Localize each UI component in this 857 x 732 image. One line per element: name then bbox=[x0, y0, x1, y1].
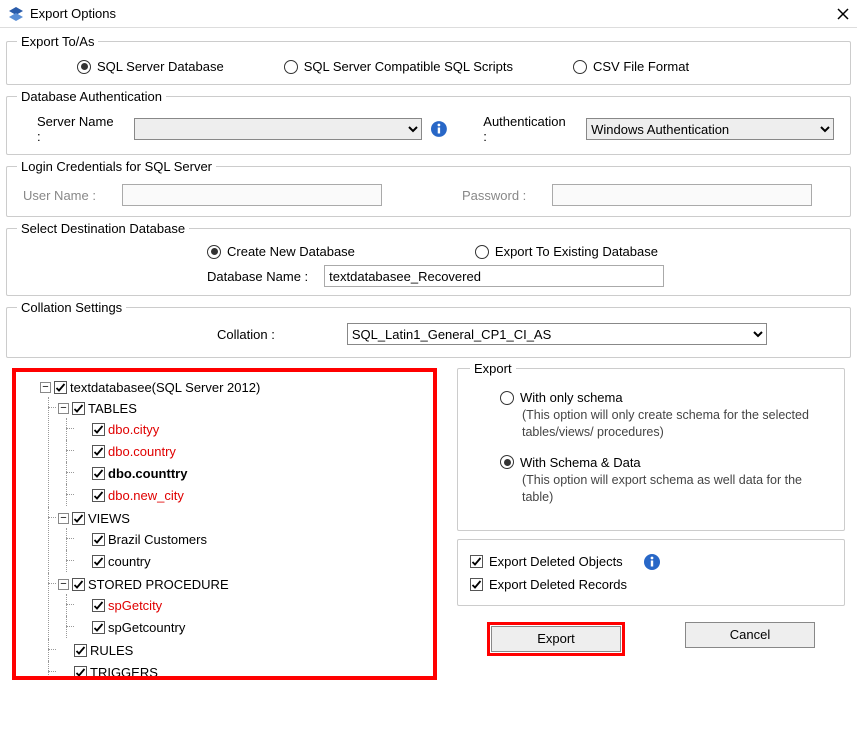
legend-export: Export bbox=[470, 361, 516, 376]
radio-label: With only schema bbox=[520, 390, 623, 405]
cancel-button[interactable]: Cancel bbox=[685, 622, 815, 648]
tree-item[interactable]: spGetcity bbox=[108, 598, 162, 613]
radio-existing-db[interactable]: Export To Existing Database bbox=[475, 244, 658, 259]
legend-collation: Collation Settings bbox=[17, 300, 126, 315]
tree-item[interactable]: RULES bbox=[90, 643, 133, 658]
tree-checkbox[interactable] bbox=[74, 666, 87, 679]
checkbox-deleted-records[interactable] bbox=[470, 578, 483, 591]
group-export-to: Export To/As SQL Server Database SQL Ser… bbox=[6, 34, 851, 85]
tree-root-label[interactable]: textdatabasee(SQL Server 2012) bbox=[70, 380, 260, 395]
radio-label: CSV File Format bbox=[593, 59, 689, 74]
export-button[interactable]: Export bbox=[491, 626, 621, 652]
user-input[interactable] bbox=[122, 184, 382, 206]
auth-label: Authentication : bbox=[483, 114, 572, 144]
schema-data-desc: (This option will export schema as well … bbox=[500, 472, 820, 506]
radio-label: SQL Server Database bbox=[97, 59, 224, 74]
tree-checkbox[interactable] bbox=[74, 644, 87, 657]
tree-checkbox[interactable] bbox=[72, 578, 85, 591]
group-login: Login Credentials for SQL Server User Na… bbox=[6, 159, 851, 217]
radio-label: Create New Database bbox=[227, 244, 355, 259]
group-collation: Collation Settings Collation : SQL_Latin… bbox=[6, 300, 851, 358]
window-title: Export Options bbox=[30, 6, 837, 21]
tree-checkbox[interactable] bbox=[54, 381, 67, 394]
tree-checkbox[interactable] bbox=[92, 533, 105, 546]
tree-panel: − textdatabasee(SQL Server 2012) − TABLE… bbox=[12, 368, 437, 680]
radio-schema-data[interactable]: With Schema & Data bbox=[500, 455, 832, 470]
info-icon[interactable] bbox=[643, 553, 661, 571]
radio-label: Export To Existing Database bbox=[495, 244, 658, 259]
collation-label: Collation : bbox=[217, 327, 275, 342]
legend-login: Login Credentials for SQL Server bbox=[17, 159, 216, 174]
tree-checkbox[interactable] bbox=[92, 423, 105, 436]
group-db-auth: Database Authentication Server Name : Au… bbox=[6, 89, 851, 155]
tree-tables-label[interactable]: TABLES bbox=[88, 401, 137, 416]
checkbox-label: Export Deleted Records bbox=[489, 577, 627, 592]
tree-item[interactable]: dbo.counttry bbox=[108, 466, 187, 481]
checkbox-deleted-objects[interactable] bbox=[470, 555, 483, 568]
dbname-label: Database Name : bbox=[207, 269, 308, 284]
tree-checkbox[interactable] bbox=[72, 512, 85, 525]
info-icon[interactable] bbox=[430, 120, 448, 138]
tree-item[interactable]: dbo.country bbox=[108, 444, 176, 459]
radio-sql-scripts[interactable]: SQL Server Compatible SQL Scripts bbox=[284, 59, 513, 74]
tree-collapse-icon[interactable]: − bbox=[58, 403, 69, 414]
group-export-flags: Export Deleted Objects Export Deleted Re… bbox=[457, 539, 845, 606]
tree-item[interactable]: dbo.new_city bbox=[108, 488, 184, 503]
tree-sp-label[interactable]: STORED PROCEDURE bbox=[88, 577, 229, 592]
group-export: Export With only schema (This option wil… bbox=[457, 368, 845, 531]
tree-item[interactable]: Brazil Customers bbox=[108, 532, 207, 547]
close-icon[interactable] bbox=[837, 8, 849, 20]
schema-only-desc: (This option will only create schema for… bbox=[500, 407, 820, 441]
tree-views-label[interactable]: VIEWS bbox=[88, 511, 130, 526]
tree-collapse-icon[interactable]: − bbox=[58, 513, 69, 524]
tree-checkbox[interactable] bbox=[92, 489, 105, 502]
export-button-highlight: Export bbox=[487, 622, 625, 656]
radio-label: With Schema & Data bbox=[520, 455, 641, 470]
group-destination: Select Destination Database Create New D… bbox=[6, 221, 851, 296]
button-label: Export bbox=[537, 631, 575, 646]
tree-checkbox[interactable] bbox=[72, 402, 85, 415]
button-label: Cancel bbox=[730, 627, 770, 642]
tree-collapse-icon[interactable]: − bbox=[40, 382, 51, 393]
radio-sql-server-db[interactable]: SQL Server Database bbox=[77, 59, 224, 74]
tree-checkbox[interactable] bbox=[92, 621, 105, 634]
titlebar: Export Options bbox=[0, 0, 857, 28]
tree-checkbox[interactable] bbox=[92, 599, 105, 612]
checkbox-label: Export Deleted Objects bbox=[489, 554, 623, 569]
legend-destination: Select Destination Database bbox=[17, 221, 189, 236]
server-name-label: Server Name : bbox=[37, 114, 120, 144]
server-name-select[interactable] bbox=[134, 118, 422, 140]
user-label: User Name : bbox=[23, 188, 96, 203]
auth-select[interactable]: Windows Authentication bbox=[586, 118, 834, 140]
radio-schema-only[interactable]: With only schema bbox=[500, 390, 832, 405]
app-icon bbox=[8, 6, 24, 22]
tree-item[interactable]: TRIGGERS bbox=[90, 665, 158, 680]
tree-checkbox[interactable] bbox=[92, 467, 105, 480]
tree-collapse-icon[interactable]: − bbox=[58, 579, 69, 590]
legend-db-auth: Database Authentication bbox=[17, 89, 166, 104]
collation-select[interactable]: SQL_Latin1_General_CP1_CI_AS bbox=[347, 323, 767, 345]
tree-item[interactable]: country bbox=[108, 554, 151, 569]
radio-create-new-db[interactable]: Create New Database bbox=[207, 244, 355, 259]
dbname-input[interactable] bbox=[324, 265, 664, 287]
tree-item[interactable]: dbo.cityy bbox=[108, 422, 159, 437]
password-input[interactable] bbox=[552, 184, 812, 206]
legend-export-to: Export To/As bbox=[17, 34, 98, 49]
radio-label: SQL Server Compatible SQL Scripts bbox=[304, 59, 513, 74]
tree-checkbox[interactable] bbox=[92, 445, 105, 458]
radio-csv[interactable]: CSV File Format bbox=[573, 59, 689, 74]
tree-checkbox[interactable] bbox=[92, 555, 105, 568]
tree-item[interactable]: spGetcountry bbox=[108, 620, 185, 635]
password-label: Password : bbox=[462, 188, 526, 203]
